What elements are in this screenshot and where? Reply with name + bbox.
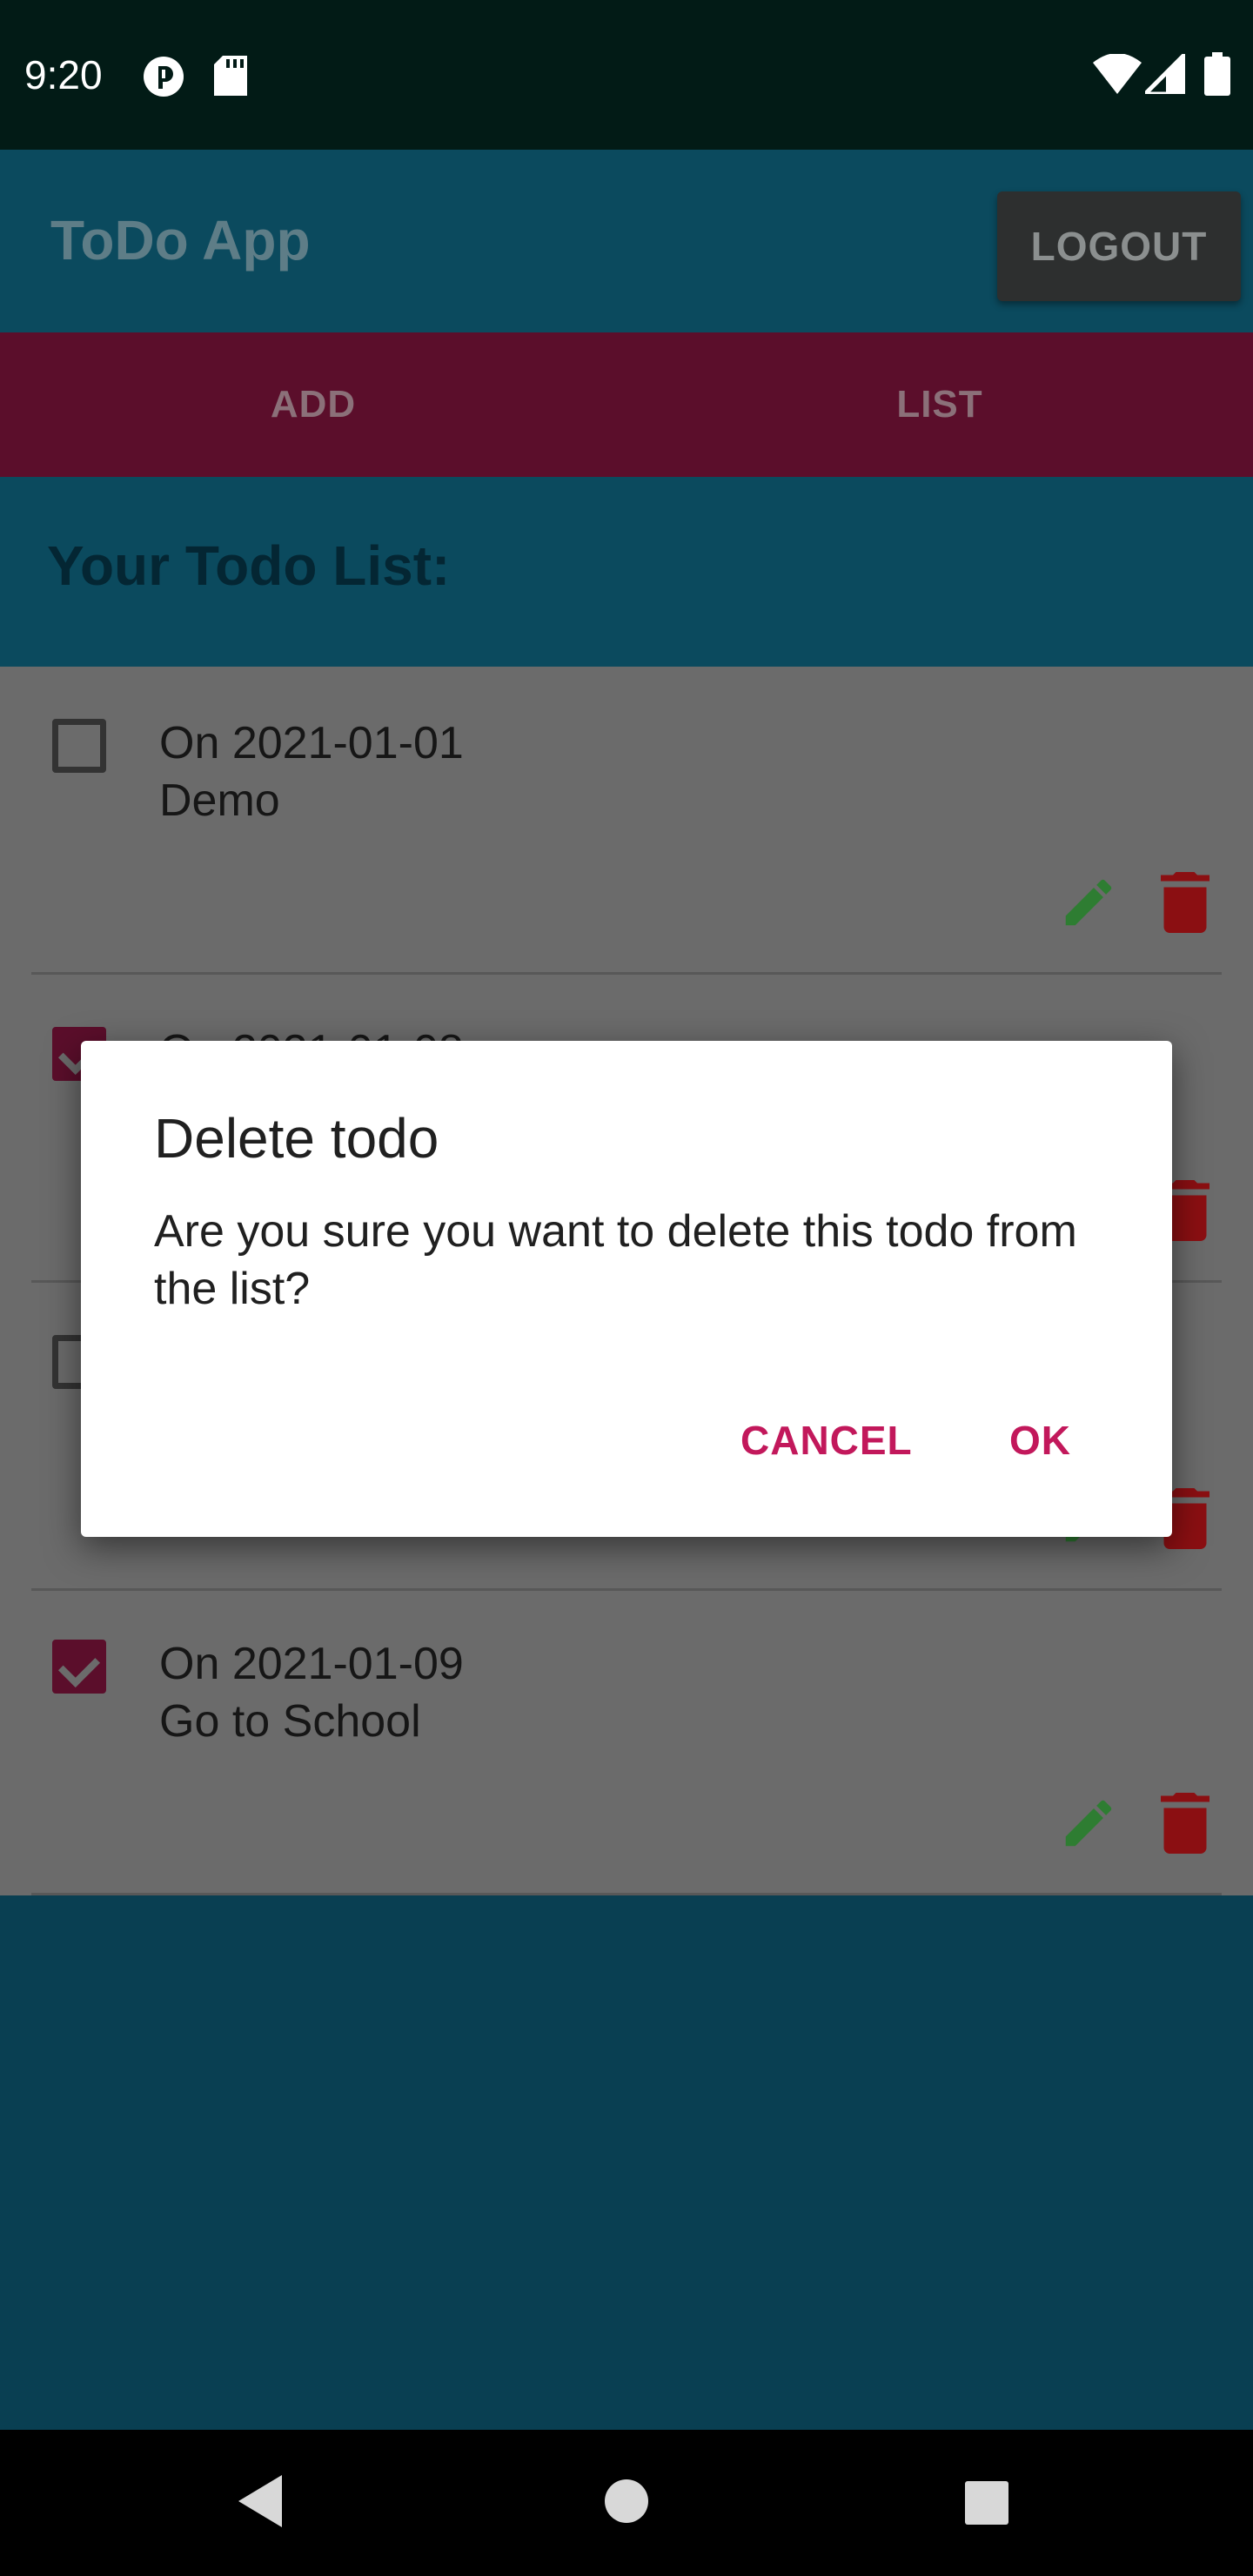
- status-bar: 9:20: [0, 0, 1253, 150]
- trash-icon[interactable]: [1161, 872, 1209, 933]
- todo-text: Demo: [159, 775, 280, 826]
- app-bar: ToDo App LOGOUT: [0, 150, 1253, 332]
- logout-button[interactable]: LOGOUT: [997, 191, 1241, 301]
- p-badge-icon: [143, 56, 184, 102]
- todo-date: On 2021-01-09: [159, 1639, 464, 1689]
- list-item: On 2021-01-01 Demo: [0, 667, 1253, 975]
- home-icon[interactable]: [604, 2479, 649, 2528]
- edit-icon[interactable]: [1058, 1793, 1119, 1854]
- tab-add[interactable]: ADD: [0, 332, 626, 477]
- signal-icon: [1139, 48, 1188, 98]
- dialog-message: Are you sure you want to delete this tod…: [154, 1206, 1077, 1314]
- divider: [31, 1893, 1222, 1895]
- list-item: On 2021-01-09 Go to School: [0, 1587, 1253, 1895]
- back-icon[interactable]: [237, 2473, 285, 2533]
- tab-list[interactable]: LIST: [626, 332, 1253, 477]
- cancel-button[interactable]: CANCEL: [740, 1410, 913, 1471]
- todo-date: On 2021-01-01: [159, 718, 464, 768]
- recents-icon[interactable]: [964, 2480, 1009, 2530]
- delete-dialog: Delete todo Are you sure you want to del…: [81, 1041, 1172, 1537]
- check-icon: [57, 1645, 101, 1688]
- dialog-title: Delete todo: [154, 1107, 439, 1170]
- todo-checkbox[interactable]: [52, 719, 106, 773]
- trash-icon[interactable]: [1161, 1793, 1209, 1854]
- wifi-icon: [1093, 53, 1142, 98]
- status-time: 9:20: [24, 52, 103, 97]
- sd-card-icon: [214, 56, 247, 100]
- list-header: Your Todo List:: [0, 477, 1253, 667]
- tab-bar: ADD LIST: [0, 332, 1253, 477]
- edit-icon[interactable]: [1058, 872, 1119, 933]
- ok-button[interactable]: OK: [1009, 1410, 1071, 1471]
- todo-text: Go to School: [159, 1696, 421, 1747]
- battery-icon: [1204, 52, 1230, 100]
- navigation-bar: [0, 2430, 1253, 2576]
- list-heading: Your Todo List:: [47, 534, 451, 597]
- app-title: ToDo App: [50, 209, 311, 272]
- todo-checkbox[interactable]: [52, 1640, 106, 1694]
